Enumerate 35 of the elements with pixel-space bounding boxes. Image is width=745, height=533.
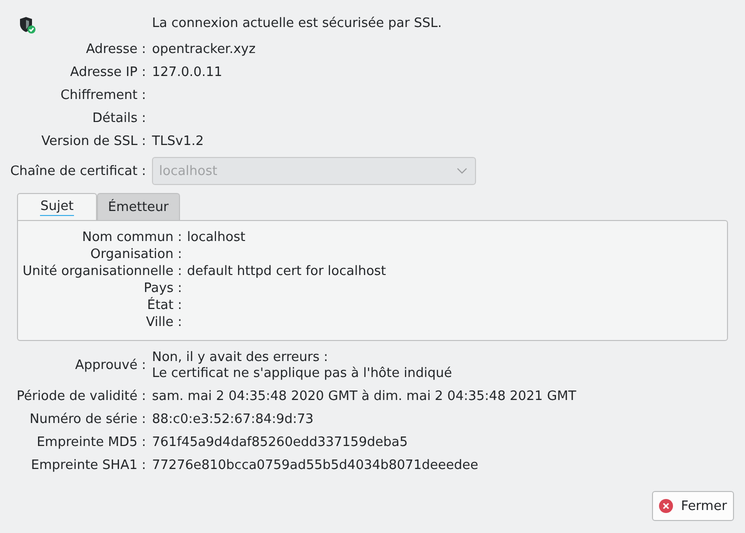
field-value: Non, il y avait des erreurs : xyxy=(152,350,330,366)
field-label: Adresse IP : xyxy=(70,65,146,80)
field-label: Chiffrement : xyxy=(60,88,146,103)
field-label: Pays : xyxy=(144,281,182,296)
field-label: Adresse : xyxy=(86,42,146,57)
field-value: 127.0.0.11 xyxy=(152,65,222,80)
field-label: Unité organisationnelle : xyxy=(22,264,182,279)
connection-status: La connexion actuelle est sécurisée par SSL. xyxy=(152,16,442,31)
close-icon xyxy=(659,499,674,513)
field-value: 761f45a9d4daf85260edd337159deba5 xyxy=(152,435,408,451)
field-label: Numéro de série : xyxy=(30,412,146,427)
field-label: Empreinte SHA1 : xyxy=(31,458,146,473)
field-label: Empreinte MD5 : xyxy=(36,435,146,450)
close-button[interactable]: Fermer xyxy=(652,491,734,521)
field-label: Version de SSL : xyxy=(41,134,146,149)
field-value: TLSv1.2 xyxy=(152,134,204,149)
field-label: Détails : xyxy=(92,111,146,126)
field-value: 88:c0:e3:52:67:84:9d:73 xyxy=(152,412,314,428)
field-value: Le certificat ne s'applique pas à l'hôte indiqué xyxy=(152,366,452,382)
field-label: État : xyxy=(147,298,182,313)
field-label: Organisation : xyxy=(90,247,182,262)
field-value: opentracker.xyz xyxy=(152,42,256,57)
field-value: sam. mai 2 04:35:48 2020 GMT à dim. mai 2 04:35:48 2021 GMT xyxy=(152,389,576,405)
field-label: Approuvé : xyxy=(75,358,146,373)
field-label: Chaîne de certificat : xyxy=(10,164,146,178)
shield-check-icon xyxy=(18,16,36,34)
chevron-down-icon xyxy=(457,168,467,174)
tab[interactable]: Émetteur xyxy=(97,193,180,220)
tab[interactable]: Sujet xyxy=(17,193,97,220)
field-label: Nom commun : xyxy=(82,230,182,245)
field-label: Période de validité : xyxy=(16,389,146,404)
field-value: localhost xyxy=(187,229,246,246)
field-label: Ville : xyxy=(146,315,182,330)
field-value: 77276e810bcca0759ad55b5d4034b8071deeedee xyxy=(152,458,478,474)
field-value: default httpd cert for localhost xyxy=(187,263,386,280)
